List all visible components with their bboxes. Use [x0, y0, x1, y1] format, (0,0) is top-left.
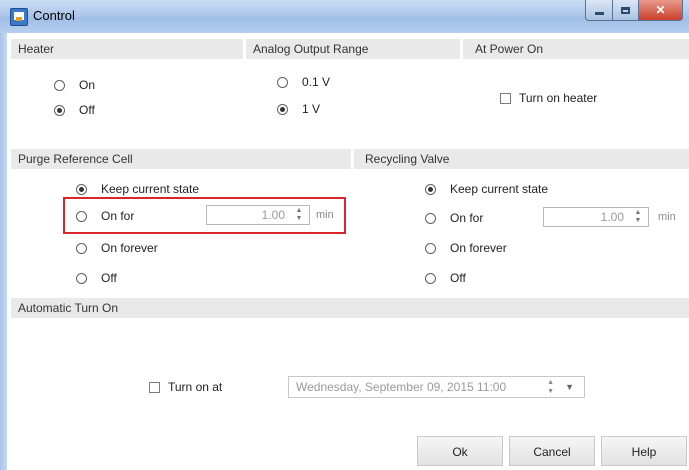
app-icon — [10, 8, 28, 26]
purge-keep-radio[interactable] — [76, 184, 87, 195]
cancel-button[interactable]: Cancel — [509, 436, 595, 466]
heater-off-label: Off — [79, 103, 95, 117]
spinner-arrows-icon[interactable]: ▲ ▼ — [633, 209, 643, 225]
minimize-icon — [594, 12, 604, 15]
datetime-spinner-icon[interactable]: ▲ ▼ — [547, 378, 554, 396]
turn-on-at-checkbox[interactable] — [149, 382, 160, 393]
recycling-onfor-label: On for — [450, 211, 484, 225]
purge-onfor-label: On for — [101, 209, 135, 223]
turn-on-heater-checkbox[interactable] — [500, 93, 511, 104]
window-title: Control — [33, 8, 75, 23]
recycling-header: Recycling Valve — [354, 149, 689, 169]
window-controls: ✕ — [585, 0, 683, 22]
recycling-duration-unit: min — [658, 211, 676, 223]
window-frame — [0, 33, 7, 470]
maximize-button[interactable] — [613, 0, 639, 21]
analog-1v-radio[interactable] — [277, 104, 288, 115]
purge-off-radio[interactable] — [76, 273, 87, 284]
purge-header: Purge Reference Cell — [11, 149, 351, 169]
recycling-duration-value: 1.00 — [600, 210, 624, 224]
close-icon: ✕ — [655, 3, 666, 17]
recycling-onfor-radio[interactable] — [425, 213, 436, 224]
analog-01v-label: 0.1 V — [302, 75, 331, 89]
control-dialog: Control ✕ Heater Analog Output Range At … — [0, 0, 689, 470]
recycling-keep-radio[interactable] — [425, 184, 436, 195]
purge-keep-label: Keep current state — [101, 182, 200, 196]
analog-output-header: Analog Output Range — [246, 39, 460, 59]
recycling-forever-label: On forever — [450, 241, 507, 255]
recycling-off-label: Off — [450, 271, 466, 285]
power-on-header: At Power On — [463, 39, 689, 59]
title-bar[interactable]: Control ✕ — [0, 0, 689, 34]
spinner-arrows-icon[interactable]: ▲ ▼ — [294, 207, 304, 223]
heater-header: Heater — [11, 39, 243, 59]
ok-button[interactable]: Ok — [417, 436, 503, 466]
recycling-duration-spinner[interactable]: 1.00 ▲ ▼ — [543, 207, 649, 227]
turn-on-datetime-value: Wednesday, September 09, 2015 11:00 — [296, 380, 507, 394]
heater-on-radio[interactable] — [54, 80, 65, 91]
dialog-content: Heater Analog Output Range At Power On O… — [7, 33, 689, 470]
turn-on-at-label: Turn on at — [168, 380, 223, 394]
minimize-button[interactable] — [585, 0, 613, 21]
purge-off-label: Off — [101, 271, 117, 285]
purge-duration-value: 1.00 — [261, 208, 285, 222]
analog-01v-radio[interactable] — [277, 77, 288, 88]
chevron-down-icon[interactable]: ▼ — [565, 377, 574, 397]
analog-1v-label: 1 V — [302, 102, 321, 116]
purge-onfor-radio[interactable] — [76, 211, 87, 222]
recycling-keep-label: Keep current state — [450, 182, 549, 196]
heater-on-label: On — [79, 78, 96, 92]
heater-off-radio[interactable] — [54, 105, 65, 116]
purge-forever-label: On forever — [101, 241, 158, 255]
turn-on-datetime-picker[interactable]: Wednesday, September 09, 2015 11:00 ▲ ▼ ▼ — [288, 376, 585, 398]
help-button[interactable]: Help — [601, 436, 687, 466]
maximize-icon — [621, 6, 630, 14]
turn-on-heater-label: Turn on heater — [519, 91, 598, 105]
recycling-forever-radio[interactable] — [425, 243, 436, 254]
purge-duration-unit: min — [316, 209, 334, 221]
auto-on-header: Automatic Turn On — [11, 298, 689, 318]
purge-forever-radio[interactable] — [76, 243, 87, 254]
purge-duration-spinner[interactable]: 1.00 ▲ ▼ — [206, 205, 310, 225]
recycling-off-radio[interactable] — [425, 273, 436, 284]
close-button[interactable]: ✕ — [639, 0, 683, 21]
